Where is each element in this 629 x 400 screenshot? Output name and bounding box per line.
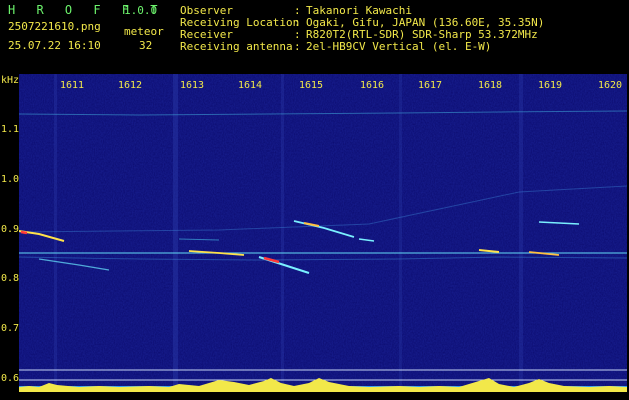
x-tick-label: 1615 [299, 80, 324, 91]
x-tick-label: 1612 [118, 80, 143, 91]
y-tick-label: 0.9 [1, 224, 20, 235]
antenna-sep: : [294, 40, 301, 53]
x-tick-label: 1616 [360, 80, 385, 91]
app-version: 1.0.0 [124, 4, 158, 17]
y-tick-label: 0.6 [1, 373, 20, 384]
x-tick-label: 1620 [598, 80, 623, 91]
header-panel: H R O F F T 1.0.0 2507221610.png meteor … [0, 0, 629, 72]
x-tick-label: 1613 [180, 80, 205, 91]
y-tick-label: 0.7 [1, 323, 20, 334]
spectrogram [19, 74, 627, 392]
meteor-label: meteor [124, 25, 164, 38]
x-tick-label: 1618 [478, 80, 503, 91]
meteor-count: 32 [139, 39, 153, 52]
x-tick-label: 1611 [60, 80, 85, 91]
x-tick-label: 1614 [238, 80, 263, 91]
y-tick-label: 0.8 [1, 273, 20, 284]
file-name: 2507221610.png [8, 20, 101, 33]
y-tick-label: 1.0 [1, 174, 20, 185]
x-tick-label: 1617 [418, 80, 443, 91]
y-unit-label: kHz [1, 75, 20, 86]
x-tick-label: 1619 [538, 80, 563, 91]
antenna-value: 2el-HB9CV Vertical (el. E-W) [306, 40, 492, 53]
antenna-label: Receiving antenna [180, 40, 293, 53]
file-timestamp: 25.07.22 16:10 [8, 39, 101, 52]
y-tick-label: 1.1 [1, 124, 20, 135]
